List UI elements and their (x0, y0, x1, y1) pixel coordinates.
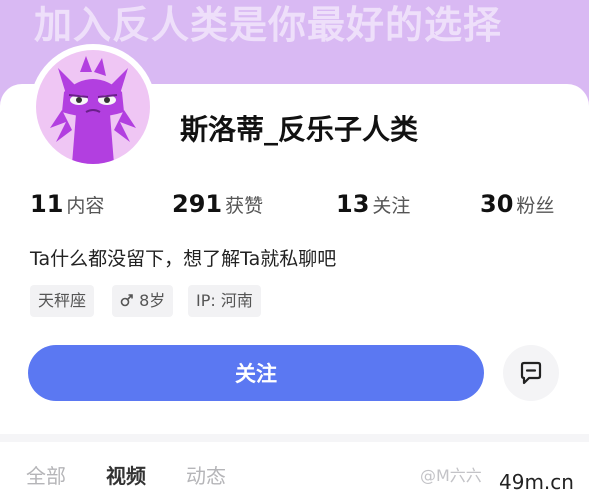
stat-posts-count: 11 (30, 190, 64, 218)
tab-posts[interactable]: 动态 (186, 460, 226, 489)
tag-zodiac: 天秤座 (30, 285, 95, 317)
section-divider (0, 434, 589, 442)
male-symbol-icon (120, 294, 133, 307)
banner-slogan: 加入反人类是你最好的选择 (34, 3, 503, 47)
avatar-image (36, 50, 150, 164)
stat-following[interactable]: 13 关注 (336, 190, 410, 218)
stat-following-count: 13 (336, 190, 370, 218)
chat-bubble-icon (520, 361, 542, 385)
stat-likes[interactable]: 291 获赞 (172, 190, 263, 218)
message-button[interactable] (503, 345, 559, 401)
stat-posts-label: 内容 (66, 195, 105, 217)
stat-followers-label: 粉丝 (516, 195, 555, 217)
tag-ip: IP: 河南 (188, 285, 261, 317)
tag-age: 8岁 (112, 285, 174, 317)
avatar[interactable] (30, 44, 156, 170)
faint-watermark: @M六六 (420, 466, 482, 485)
site-watermark: 49m.cn (497, 470, 576, 494)
profile-stats: 11 内容 291 获赞 13 关注 30 粉丝 (0, 190, 589, 226)
follow-button[interactable]: 关注 (28, 345, 484, 401)
profile-bio: Ta什么都没留下，想了解Ta就私聊吧 (30, 248, 337, 270)
stat-following-label: 关注 (372, 195, 411, 217)
tab-videos[interactable]: 视频 (106, 460, 146, 489)
stat-likes-label: 获赞 (225, 195, 264, 217)
tab-all[interactable]: 全部 (26, 460, 66, 489)
stat-followers-count: 30 (480, 190, 514, 218)
stat-likes-count: 291 (172, 190, 223, 218)
stat-posts[interactable]: 11 内容 (30, 190, 104, 218)
username: 斯洛蒂_反乐子人类 (180, 113, 419, 146)
dragon-avatar-icon (50, 56, 136, 164)
stat-followers[interactable]: 30 粉丝 (480, 190, 554, 218)
tag-age-text: 8岁 (139, 291, 166, 310)
